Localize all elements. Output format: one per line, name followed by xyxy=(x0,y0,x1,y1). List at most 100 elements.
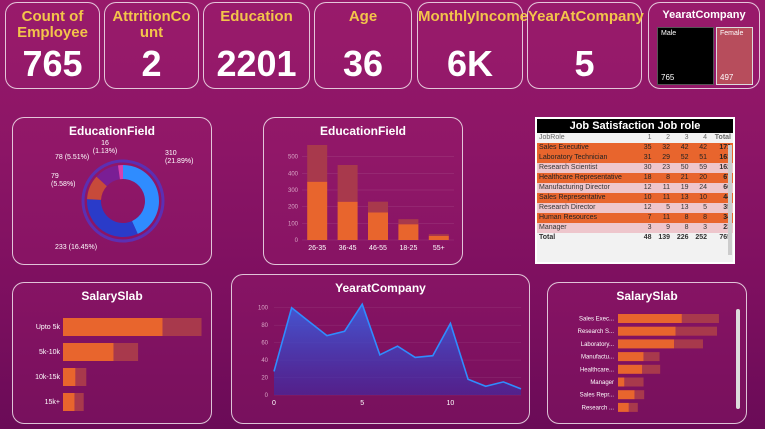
bar[interactable] xyxy=(113,343,139,361)
donut-slice[interactable] xyxy=(87,199,138,237)
bar[interactable] xyxy=(634,390,645,400)
bar[interactable] xyxy=(681,314,719,323)
table-row[interactable]: Human Resources7118834 xyxy=(537,213,733,223)
bar[interactable] xyxy=(75,368,87,386)
bar[interactable] xyxy=(618,352,644,362)
header-col-4[interactable]: 4 xyxy=(691,133,710,143)
bar[interactable] xyxy=(428,235,449,240)
bar[interactable] xyxy=(643,352,660,362)
row-cell: 42 xyxy=(690,143,710,153)
kpi-age[interactable]: Age 36 xyxy=(314,2,412,89)
row-cell: 19 xyxy=(672,183,691,193)
table-row[interactable]: Healthcare Representative188212067 xyxy=(537,173,733,183)
bar[interactable] xyxy=(398,219,419,225)
table-row[interactable]: Research Scientist 30 23 50 59 162 xyxy=(537,163,733,173)
bar[interactable] xyxy=(642,364,661,374)
y-tick-label: 500 xyxy=(288,155,299,161)
male-tile[interactable]: Male 765 xyxy=(657,27,714,85)
gender-card-title: YearatCompany xyxy=(662,9,746,21)
bar[interactable] xyxy=(628,402,638,412)
jobrole-scrollbar[interactable] xyxy=(736,309,740,409)
year-at-company-area-panel[interactable]: YearatCompany 0 20 40 60 80 100 0 5 10 xyxy=(231,274,530,424)
header-col-1[interactable]: 1 xyxy=(640,133,654,143)
table-row[interactable]: Sales Representative1011131044 xyxy=(537,193,733,203)
y-tick-label: Sales Repr... xyxy=(580,393,615,399)
bar[interactable] xyxy=(307,181,328,240)
y-tick-label: 15k+ xyxy=(45,399,60,406)
y-tick-label: Research S... xyxy=(578,329,615,335)
y-tick-label: 10k-15k xyxy=(35,374,60,381)
bar[interactable] xyxy=(675,326,718,336)
bar[interactable] xyxy=(618,364,643,374)
female-label: Female xyxy=(720,30,744,37)
bar[interactable] xyxy=(398,224,419,240)
y-tick-label: Upto 5k xyxy=(36,324,61,331)
bar[interactable] xyxy=(74,393,84,411)
jobrole-salary-panel[interactable]: SalarySlab Sales Exec... Research S... Lab… xyxy=(547,282,747,424)
header-col-2[interactable]: 2 xyxy=(654,133,673,143)
male-label: Male xyxy=(661,30,677,37)
bar[interactable] xyxy=(368,201,388,213)
area-fill[interactable] xyxy=(274,304,521,395)
y-tick-label: Laboratory... xyxy=(581,342,615,348)
bar[interactable] xyxy=(674,339,703,349)
bar[interactable] xyxy=(162,318,202,336)
header-total[interactable]: Total xyxy=(709,133,733,143)
table-row[interactable]: Manager398323 xyxy=(537,223,733,233)
row-cell: 13 xyxy=(672,193,691,203)
bar[interactable] xyxy=(337,201,358,240)
bar[interactable] xyxy=(63,393,75,411)
salary-slab-panel[interactable]: SalarySlab Upto 5k 5k-10k 10k-15k 15k+ xyxy=(12,282,212,424)
bar[interactable] xyxy=(624,377,644,387)
table-row[interactable]: Sales Executive 35 32 42 42 171 xyxy=(537,143,733,153)
header-jobrole[interactable]: JobRole xyxy=(537,133,640,143)
bar[interactable] xyxy=(368,212,388,241)
x-tick-label: 0 xyxy=(272,400,276,407)
y-tick-label: 0 xyxy=(295,238,299,244)
kpi-title: MonthlyIncome xyxy=(418,8,529,25)
row-cell: 11 xyxy=(653,183,673,193)
row-cell: 52 xyxy=(672,153,691,163)
row-cell: 11 xyxy=(653,213,673,223)
gender-card[interactable]: YearatCompany Male 765 Female 497 xyxy=(648,2,760,89)
table-row[interactable]: Laboratory Technician 31 29 52 51 163 xyxy=(537,153,733,163)
job-satisfaction-table[interactable]: Job Satisfaction Job role JobRole 1 2 3 … xyxy=(535,117,735,264)
x-tick-label: 36-45 xyxy=(339,245,357,252)
bar[interactable] xyxy=(618,314,682,323)
row-cell: 3 xyxy=(639,223,654,233)
bar[interactable] xyxy=(618,326,676,336)
donut-label: (5.58%) xyxy=(51,181,76,188)
matrix-table: JobRole 1 2 3 4 Total Sales Executive 35 3… xyxy=(537,133,733,243)
row-cell: 20 xyxy=(690,173,710,183)
bar[interactable] xyxy=(63,318,163,336)
row-cell: 10 xyxy=(690,193,710,203)
education-field-donut-panel[interactable]: EducationField 310 (21.89%) 233 (16.45%) 79… xyxy=(12,117,212,265)
bar[interactable] xyxy=(63,343,114,361)
header-col-3[interactable]: 3 xyxy=(672,133,691,143)
education-field-bar-panel[interactable]: EducationField 0 100 200 300 400 500 26-35 36-4… xyxy=(263,117,463,265)
kpi-title: AttritionCount xyxy=(112,8,191,41)
table-total-row[interactable]: Total 48 139 226 252 765 xyxy=(537,233,733,243)
bar[interactable] xyxy=(618,377,625,387)
y-tick-label: 100 xyxy=(258,306,269,312)
bar[interactable] xyxy=(618,390,635,400)
kpi-monthly-income[interactable]: MonthlyIncome 6K xyxy=(417,2,529,89)
donut-label: (21.89%) xyxy=(165,158,193,165)
female-tile[interactable]: Female 497 xyxy=(716,27,753,85)
row-cell: 35 xyxy=(639,143,654,153)
table-row[interactable]: Manufacturing Director1211192466 xyxy=(537,183,733,193)
bar[interactable] xyxy=(307,145,328,182)
kpi-education[interactable]: Education 2201 xyxy=(203,2,310,89)
bar[interactable] xyxy=(428,234,449,236)
kpi-year-at-company[interactable]: YearAtCompany 5 xyxy=(527,2,644,89)
kpi-count-employee[interactable]: Count of Employee 765 xyxy=(5,2,100,89)
table-scrollbar[interactable] xyxy=(728,145,732,255)
kpi-attrition-count[interactable]: AttritionCount 2 xyxy=(104,2,199,89)
bar[interactable] xyxy=(618,339,675,349)
bar[interactable] xyxy=(63,368,76,386)
row-label: Human Resources xyxy=(537,213,640,223)
table-row[interactable]: Research Director12513535 xyxy=(537,203,733,213)
bar[interactable] xyxy=(337,165,358,202)
bar[interactable] xyxy=(618,402,629,412)
donut-label: 79 xyxy=(51,173,59,180)
